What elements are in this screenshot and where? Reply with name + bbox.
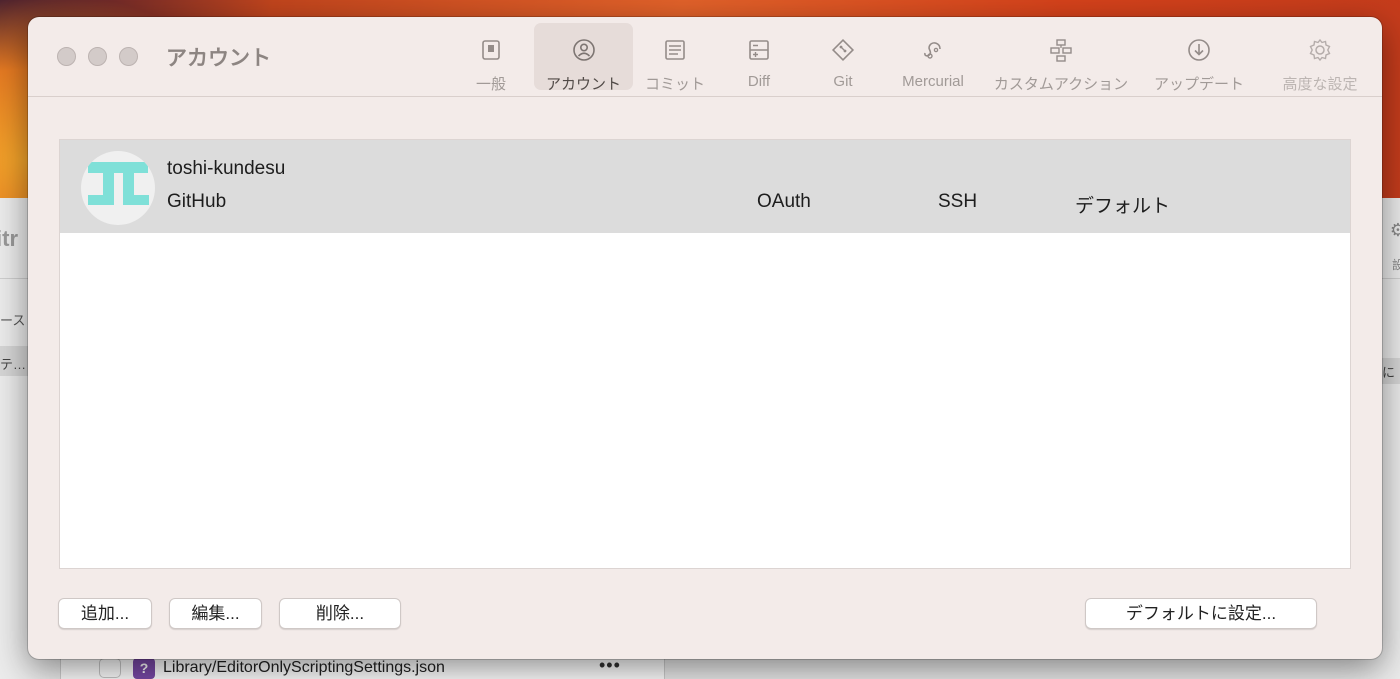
close-button[interactable] <box>57 47 76 66</box>
background-right-item[interactable]: に和 <box>1380 358 1400 384</box>
gear-icon <box>1307 37 1333 63</box>
tab-diff[interactable]: Diff <box>722 23 796 90</box>
tab-advanced-label: 高度な設定 <box>1282 76 1358 93</box>
account-protocol: SSH <box>938 191 978 212</box>
tab-diff-label: Diff <box>747 73 771 90</box>
untracked-status-icon: ? <box>133 658 155 679</box>
set-default-button[interactable]: デフォルトに設定... <box>1085 598 1317 629</box>
tab-general-label: 一般 <box>475 76 506 93</box>
tab-update-label: アップデート <box>1153 76 1244 93</box>
accounts-list[interactable]: toshi-kundesu GitHub OAuth SSH デフォルト <box>59 139 1351 569</box>
general-icon <box>478 37 504 63</box>
custom-actions-icon <box>1048 37 1074 63</box>
background-settings-label: 設 <box>1391 258 1400 272</box>
background-sidebar-item[interactable]: ース <box>0 310 25 329</box>
zoom-button[interactable] <box>119 47 138 66</box>
tab-accounts-label: アカウント <box>545 76 621 93</box>
background-divider-right <box>1380 278 1400 279</box>
diff-icon <box>746 37 772 63</box>
mercurial-icon <box>920 37 946 63</box>
tab-mercurial[interactable]: Mercurial <box>890 23 976 90</box>
commit-icon <box>662 37 688 63</box>
tab-commit[interactable]: コミット <box>637 23 713 93</box>
update-icon <box>1186 37 1212 63</box>
account-default-badge: デフォルト <box>1075 196 1171 217</box>
tab-accounts[interactable]: アカウント <box>534 23 633 93</box>
tab-custom-actions[interactable]: カスタムアクション <box>988 23 1134 93</box>
account-row[interactable]: toshi-kundesu GitHub OAuth SSH デフォルト <box>60 140 1350 233</box>
add-account-button[interactable]: 追加... <box>58 598 152 629</box>
preferences-window: アカウント 一般 アカウント コミット Diff Git Mercurial カ… <box>28 17 1382 659</box>
tab-git-label: Git <box>833 73 853 90</box>
account-icon <box>571 37 597 63</box>
background-sidebar-item-selected[interactable]: テ… <box>0 346 30 376</box>
background-divider <box>0 278 30 279</box>
avatar <box>81 151 155 225</box>
preferences-toolbar: アカウント 一般 アカウント コミット Diff Git Mercurial カ… <box>28 17 1382 97</box>
edit-account-button[interactable]: 編集... <box>169 598 262 629</box>
tab-commit-label: コミット <box>644 76 705 93</box>
window-title: アカウント <box>166 47 271 70</box>
tab-mercurial-label: Mercurial <box>902 73 964 90</box>
tab-custom-actions-label: カスタムアクション <box>993 76 1129 93</box>
file-name: Library/EditorOnlyScriptingSettings.json <box>163 659 445 676</box>
tab-git[interactable]: Git <box>806 23 880 90</box>
tab-general[interactable]: 一般 <box>458 23 524 93</box>
git-icon <box>830 37 856 63</box>
account-host: GitHub <box>167 191 227 212</box>
delete-account-button[interactable]: 削除... <box>279 598 401 629</box>
minimize-button[interactable] <box>88 47 107 66</box>
tab-update[interactable]: アップデート <box>1146 23 1252 93</box>
background-window-title: itr <box>0 226 18 251</box>
background-settings-icon[interactable]: ⚙ <box>1390 220 1400 241</box>
account-auth-type: OAuth <box>757 191 811 212</box>
account-username: toshi-kundesu <box>167 158 286 179</box>
tab-advanced[interactable]: 高度な設定 <box>1274 23 1366 93</box>
toolbar-divider <box>28 96 1382 97</box>
file-checkbox[interactable] <box>99 658 121 678</box>
